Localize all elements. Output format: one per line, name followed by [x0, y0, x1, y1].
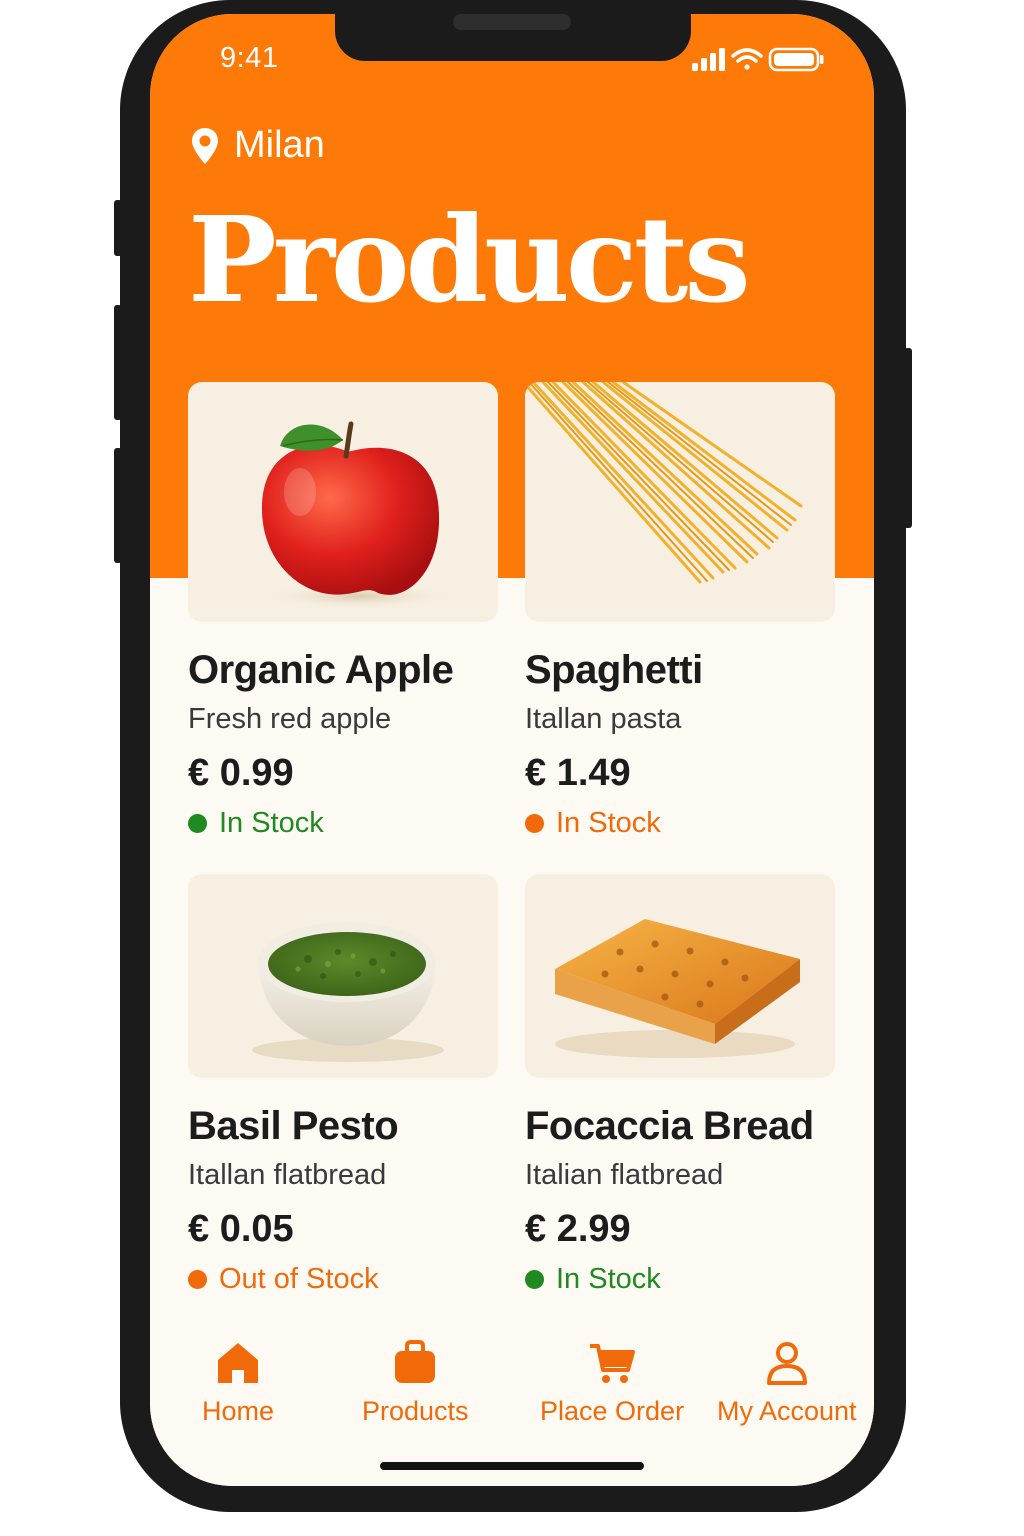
- power-button: [904, 348, 912, 528]
- home-indicator[interactable]: [380, 1462, 644, 1470]
- tab-label: My Account: [717, 1396, 857, 1426]
- stock-status: In Stock: [188, 807, 498, 840]
- signal-icon: [692, 48, 725, 71]
- tab-label: Products: [362, 1396, 469, 1426]
- product-description: Itallan flatbread: [188, 1159, 387, 1191]
- stock-status: In Stock: [525, 1263, 835, 1296]
- product-card-organic-apple[interactable]: Organic Apple Fresh red apple € 0.99 In …: [188, 382, 498, 840]
- product-name: Basil Pesto: [188, 1104, 399, 1148]
- stock-indicator-dot: [188, 814, 207, 833]
- product-price: € 2.99: [525, 1208, 631, 1250]
- status-icons: [684, 44, 844, 74]
- stock-label: Out of Stock: [219, 1263, 379, 1295]
- product-name: Organic Apple: [188, 648, 454, 692]
- tab-place-order[interactable]: Place Order: [540, 1340, 684, 1427]
- tab-products[interactable]: Products: [362, 1340, 469, 1427]
- product-card-spaghetti[interactable]: Spaghetti Itallan pasta € 1.49 In Stock: [525, 382, 835, 840]
- wifi-icon: [731, 48, 763, 70]
- product-name: Focaccia Bread: [525, 1104, 814, 1148]
- product-description: Fresh red apple: [188, 703, 392, 735]
- stock-label: In Stock: [556, 1263, 661, 1295]
- product-card-basil-pesto[interactable]: Basil Pesto Itallan flatbread € 0.05 Out…: [188, 874, 498, 1296]
- stock-status: In Stock: [525, 807, 835, 840]
- cart-icon: [590, 1344, 636, 1383]
- page-title: Products: [188, 190, 751, 329]
- map-pin-icon: [192, 127, 218, 164]
- tab-label: Home: [202, 1396, 275, 1426]
- product-price: € 1.49: [525, 752, 631, 794]
- battery-icon: [768, 47, 824, 72]
- mute-switch: [114, 200, 122, 256]
- product-price: € 0.05: [188, 1208, 294, 1250]
- speaker-grille: [453, 14, 571, 30]
- volume-down-button: [114, 448, 122, 563]
- product-description: Italian flatbread: [525, 1159, 724, 1191]
- tab-label: Place Order: [540, 1396, 685, 1426]
- stock-label: In Stock: [556, 807, 661, 839]
- product-image-pesto-bowl: [188, 874, 498, 1078]
- product-description: Itallan pasta: [525, 703, 682, 735]
- location-selector[interactable]: Milan: [190, 124, 325, 167]
- stock-indicator-dot: [188, 1270, 207, 1289]
- stock-indicator-dot: [525, 814, 544, 833]
- app-screen: 9:41 Milan Products Organic Apple Fresh …: [150, 14, 874, 1486]
- stock-status: Out of Stock: [188, 1263, 498, 1296]
- product-image-spaghetti: [525, 382, 835, 622]
- product-price: € 0.99: [188, 752, 294, 794]
- bag-icon: [395, 1340, 436, 1383]
- product-image-focaccia: [525, 874, 835, 1078]
- user-icon: [766, 1342, 807, 1385]
- product-card-focaccia-bread[interactable]: Focaccia Bread Italian flatbread € 2.99 …: [525, 874, 835, 1296]
- tab-home[interactable]: Home: [202, 1340, 274, 1427]
- stock-indicator-dot: [525, 1270, 544, 1289]
- home-icon: [218, 1343, 259, 1383]
- product-name: Spaghetti: [525, 648, 703, 692]
- location-label: Milan: [234, 124, 325, 166]
- volume-up-button: [114, 305, 122, 420]
- stock-label: In Stock: [219, 807, 324, 839]
- status-time: 9:41: [220, 42, 279, 74]
- tab-my-account[interactable]: My Account: [717, 1340, 857, 1427]
- product-image-apple: [188, 382, 498, 622]
